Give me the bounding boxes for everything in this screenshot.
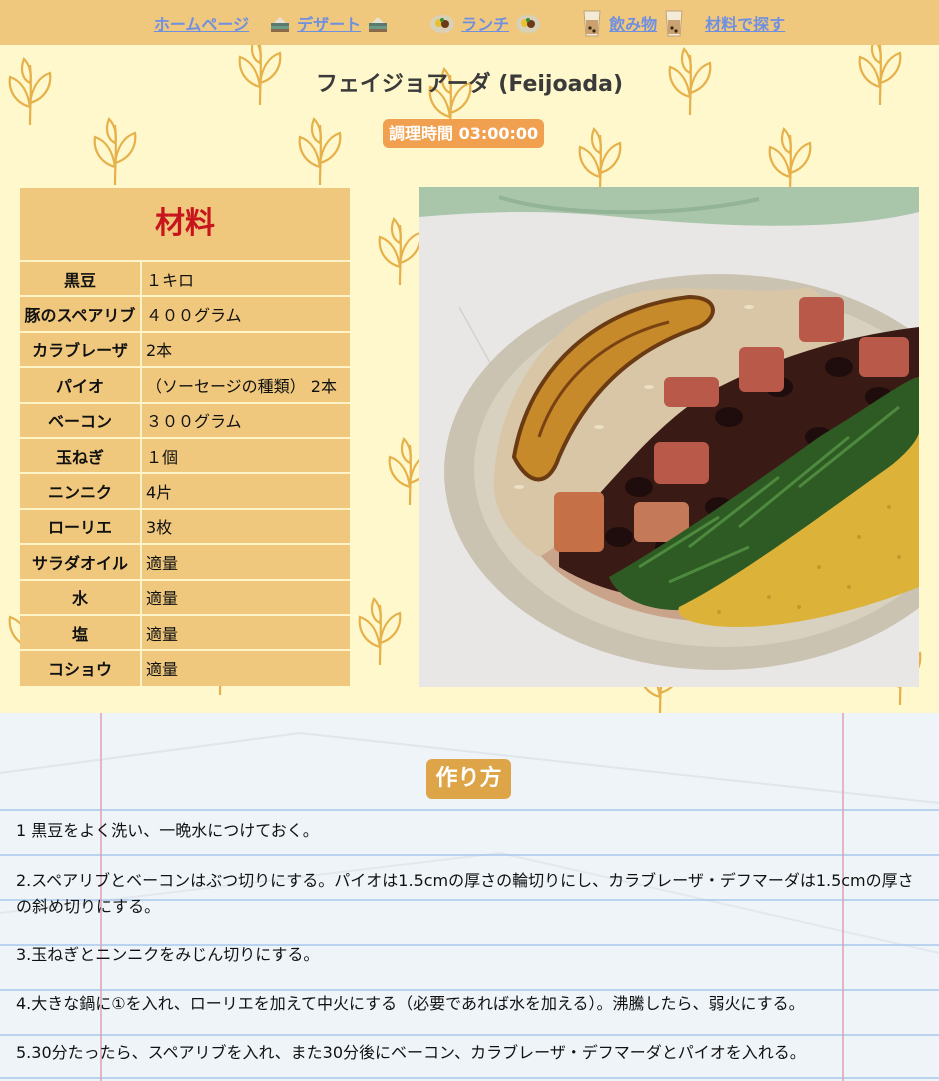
ingredient-amount: 3枚	[141, 507, 350, 545]
table-row: 黒豆 １キロ	[20, 259, 350, 297]
table-row: ベーコン ３００グラム	[20, 401, 350, 438]
ingredient-amount: １個	[141, 436, 350, 474]
drink-cup-icon	[583, 10, 601, 36]
ingredient-name: ニンニク	[20, 472, 142, 509]
drink-cup-icon	[665, 10, 683, 36]
ingredient-name: パイオ	[20, 366, 142, 403]
table-row: サラダオイル 適量	[20, 543, 350, 580]
table-row: コショウ 適量	[20, 649, 350, 686]
lunch-plate-icon	[430, 14, 455, 33]
method-step: 5.30分たったら、スペアリブを入れ、また30分後にベーコン、カラブレーザ・デフ…	[16, 1043, 806, 1062]
ingredient-amount: 2本	[141, 330, 350, 368]
table-row: 玉ねぎ １個	[20, 436, 350, 474]
ingredient-name: 玉ねぎ	[20, 436, 142, 474]
ingredient-name: カラブレーザ	[20, 330, 142, 368]
nav-lunch-link[interactable]: ランチ	[461, 11, 509, 35]
ingredient-amount: 適量	[141, 613, 350, 651]
top-navigation: ホームページ デザート ランチ 飲み物 材料で探す	[0, 0, 939, 45]
ingredient-amount: ３００グラム	[141, 401, 350, 438]
nav-dessert-link[interactable]: デザート	[297, 11, 361, 35]
lunch-plate-icon	[516, 14, 541, 33]
ingredient-amount: ４００グラム	[141, 295, 350, 332]
feijoada-photo	[419, 187, 919, 687]
table-row: 塩適量	[20, 613, 350, 651]
ingredient-name: コショウ	[20, 649, 142, 686]
table-row: パイオ （ソーセージの種類） 2本	[20, 366, 350, 403]
method-heading: 作り方	[426, 759, 511, 799]
ingredient-name: 水	[20, 578, 142, 615]
method-step: 3.玉ねぎとニンニクをみじん切りにする。	[16, 945, 320, 964]
table-row: ニンニク 4片	[20, 472, 350, 509]
nav-search-by-ingredient-link[interactable]: 材料で探す	[705, 11, 785, 35]
ingredient-name: 塩	[20, 613, 142, 651]
ingredient-amount: （ソーセージの種類） 2本	[141, 366, 350, 403]
ingredients-table: 材料 黒豆 １キロ 豚のスペアリブ ４００グラム カラブレーザ 2本 パイオ （ソーセー…	[20, 188, 350, 686]
cake-icon	[271, 16, 290, 32]
recipe-title: フェイジョアーダ (Feijoada)	[315, 72, 624, 97]
table-row: 水適量	[20, 578, 350, 615]
method-step: 2.スペアリブとベーコンはぶつ切りにする。パイオは1.5cmの厚さの輪切りにし、…	[16, 871, 914, 916]
ingredient-name: 黒豆	[20, 259, 142, 297]
ingredients-heading: 材料	[20, 188, 350, 260]
cake-icon	[369, 16, 388, 32]
ingredient-name: サラダオイル	[20, 543, 142, 580]
ingredient-amount: 適量	[141, 578, 350, 615]
ingredient-amount: 4片	[141, 472, 350, 509]
table-row: ローリエ 3枚	[20, 507, 350, 545]
nav-home-link[interactable]: ホームページ	[154, 11, 249, 35]
ingredient-name: ローリエ	[20, 507, 142, 545]
method-step: 4.大きな鍋に①を入れ、ローリエを加えて中火にする（必要であれば水を加える）。沸…	[16, 994, 805, 1013]
ingredient-amount: １キロ	[141, 259, 350, 297]
table-row: 豚のスペアリブ ４００グラム	[20, 295, 350, 332]
table-row: カラブレーザ 2本	[20, 330, 350, 368]
ingredient-name: ベーコン	[20, 401, 142, 438]
ingredient-amount: 適量	[141, 649, 350, 686]
nav-drinks-link[interactable]: 飲み物	[609, 11, 657, 35]
ingredient-name: 豚のスペアリブ	[20, 295, 142, 332]
ingredient-amount: 適量	[141, 543, 350, 580]
cook-time-badge: 調理時間 03:00:00	[383, 119, 545, 148]
method-step: 1 黒豆をよく洗い、一晩水につけておく。	[16, 821, 319, 840]
